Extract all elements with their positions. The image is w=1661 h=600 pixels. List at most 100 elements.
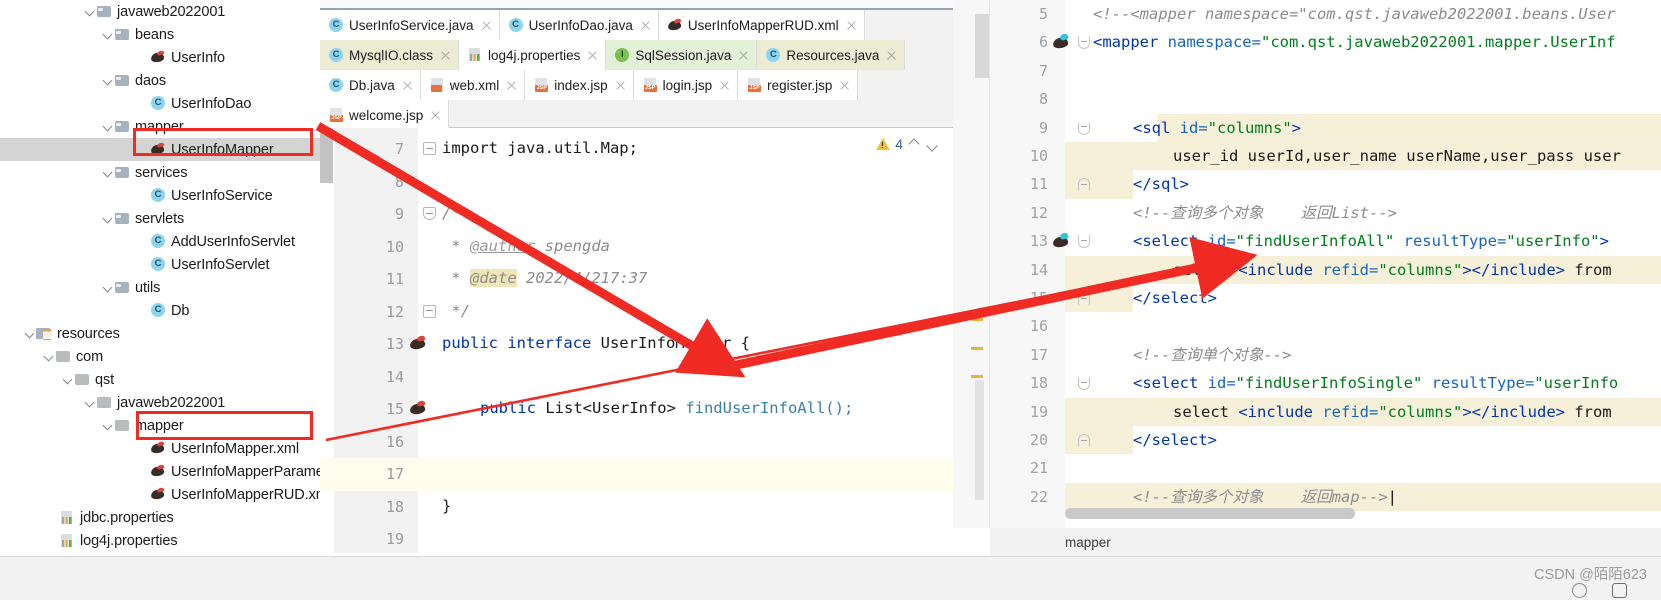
- editor-tab[interactable]: UserInfoService.java: [320, 10, 500, 40]
- chevron-down-icon[interactable]: [44, 351, 55, 362]
- editor-tab[interactable]: SqlSession.java: [606, 40, 758, 70]
- mybatis-gutter-icon[interactable]: [1053, 35, 1075, 49]
- chevron-down-icon[interactable]: [103, 282, 114, 293]
- tree-item[interactable]: AddUserInfoServlet: [0, 230, 320, 253]
- editor-tab[interactable]: web.xml: [420, 70, 526, 100]
- tree-item[interactable]: javaweb2022001: [0, 0, 320, 23]
- tree-item[interactable]: UserInfoMapperRUD.xml: [0, 483, 320, 506]
- chevron-down-icon[interactable]: [103, 420, 114, 431]
- code-line-javadoc-open: /**: [442, 204, 470, 222]
- tree-item[interactable]: com: [0, 345, 320, 368]
- close-icon[interactable]: [719, 80, 730, 91]
- close-icon[interactable]: [886, 50, 897, 61]
- editor-tab[interactable]: register.jsp: [738, 70, 859, 100]
- editor-tab[interactable]: MysqlIO.class: [320, 40, 460, 70]
- chevron-down-icon[interactable]: [103, 75, 114, 86]
- close-icon[interactable]: [481, 20, 492, 31]
- chevron-up-icon[interactable]: [908, 138, 921, 151]
- project-explorer-panel[interactable]: javaweb2022001 beans UserInfodaosUserInfoD…: [0, 0, 320, 600]
- code-fold-toggle[interactable]: [423, 304, 436, 318]
- code-line-select-single-open: <select id="findUserInfoSingle" resultTy…: [1133, 374, 1619, 393]
- chevron-down-icon[interactable]: [103, 167, 114, 178]
- tree-item[interactable]: UserInfo: [0, 46, 320, 69]
- tree-item[interactable]: utils: [0, 276, 320, 299]
- tree-item[interactable]: log4j.properties: [0, 529, 320, 552]
- close-icon[interactable]: [615, 80, 626, 91]
- editor-tab[interactable]: welcome.jsp: [320, 100, 450, 130]
- breadcrumb[interactable]: mapper: [990, 528, 1661, 556]
- code-fold-toggle[interactable]: [423, 142, 436, 155]
- tree-item[interactable]: qst: [0, 368, 320, 391]
- close-icon[interactable]: [506, 80, 517, 91]
- chevron-down-icon[interactable]: [103, 121, 114, 132]
- editor-tab[interactable]: UserInfoMapperRUD.xml: [658, 10, 865, 40]
- tree-item[interactable]: UserInfoDao: [0, 92, 320, 115]
- code-fold-toggle[interactable]: [1078, 235, 1090, 249]
- xml-scroll-thumb-secondary[interactable]: [975, 380, 984, 500]
- editor-tab[interactable]: index.jsp: [525, 70, 634, 100]
- code-fold-toggle[interactable]: [423, 207, 436, 220]
- close-icon[interactable]: [440, 50, 451, 61]
- java-code-editor[interactable]: 7 8 9 10 11 12 13 14 15 16 17 18 19 import java.util.…: [320, 128, 953, 553]
- xml-code-editor[interactable]: 5 6 7 8 9 10 11 12 13 14 15 16 17 18 19 20 21 22 <!--<mapp…: [953, 0, 1661, 600]
- close-icon[interactable]: [430, 110, 441, 121]
- line-number: 12: [1029, 203, 1048, 222]
- code-fold-toggle[interactable]: [1078, 292, 1090, 305]
- xml-editor-left-bar[interactable]: [953, 0, 990, 528]
- tree-item[interactable]: UserInfoServlet: [0, 253, 320, 276]
- code-fold-toggle[interactable]: [1078, 121, 1090, 135]
- tree-item-label: AddUserInfoServlet: [171, 233, 295, 250]
- code-fold-toggle[interactable]: [1078, 178, 1090, 192]
- close-icon[interactable]: [587, 50, 598, 61]
- java-warning-indicator[interactable]: 4: [876, 136, 939, 152]
- mybatis-gutter-icon[interactable]: [410, 401, 432, 415]
- chevron-down-icon[interactable]: [85, 397, 96, 408]
- chevron-down-icon[interactable]: [103, 213, 114, 224]
- tree-item[interactable]: services: [0, 161, 320, 184]
- close-icon[interactable]: [640, 20, 651, 31]
- folder-icon: [114, 27, 131, 42]
- code-fold-toggle[interactable]: [1078, 36, 1090, 50]
- editor-tab-row-clipped[interactable]: [320, 0, 953, 10]
- folder-icon: [114, 119, 131, 134]
- chevron-down-icon[interactable]: [25, 328, 36, 339]
- tree-item[interactable]: UserInfoMapper.xml: [0, 437, 320, 460]
- gear-icon[interactable]: [1612, 583, 1627, 598]
- tree-item[interactable]: Db: [0, 299, 320, 322]
- chevron-down-icon[interactable]: [926, 138, 939, 151]
- tree-item[interactable]: servlets: [0, 207, 320, 230]
- close-icon[interactable]: [846, 20, 857, 31]
- bottom-status-strip-left: [0, 556, 953, 600]
- xml-editor-horizontal-scrollbar[interactable]: [1065, 508, 1355, 519]
- tree-item-label: utils: [135, 279, 161, 296]
- close-icon[interactable]: [402, 80, 413, 91]
- editor-tab[interactable]: login.jsp: [633, 70, 739, 100]
- chevron-down-icon[interactable]: [63, 374, 74, 385]
- line-number: 14: [1029, 260, 1048, 279]
- tree-item[interactable]: daos: [0, 69, 320, 92]
- editor-tab[interactable]: log4j.properties: [459, 40, 607, 70]
- java-editor-vertical-scrollbar[interactable]: [320, 128, 333, 183]
- tree-item[interactable]: UserInfoMapperParamete: [0, 460, 320, 483]
- code-fold-toggle[interactable]: [1078, 434, 1090, 447]
- close-icon[interactable]: [839, 80, 850, 91]
- code-line-comment-single: <!--查询单个对象-->: [1133, 345, 1292, 364]
- code-fold-toggle[interactable]: [1078, 377, 1090, 391]
- chevron-down-icon[interactable]: [103, 29, 114, 40]
- tree-item[interactable]: UserInfoService: [0, 184, 320, 207]
- tree-item[interactable]: beans: [0, 23, 320, 46]
- editor-tab[interactable]: Resources.java: [757, 40, 906, 70]
- tree-item[interactable]: resources: [0, 322, 320, 345]
- clock-icon[interactable]: [1572, 583, 1587, 598]
- xml-scroll-thumb[interactable]: [975, 14, 989, 78]
- editor-tab-label: welcome.jsp: [349, 107, 424, 123]
- editor-tab-bar[interactable]: UserInfoService.java UserInfoDao.java User…: [320, 0, 953, 130]
- mybatis-gutter-icon[interactable]: [1053, 234, 1075, 248]
- editor-tab[interactable]: UserInfoDao.java: [499, 10, 659, 40]
- close-icon[interactable]: [738, 50, 749, 61]
- editor-tab[interactable]: Db.java: [320, 70, 421, 100]
- chevron-down-icon[interactable]: [85, 6, 96, 17]
- tree-item[interactable]: jdbc.properties: [0, 506, 320, 529]
- mybatis-gutter-icon[interactable]: [410, 336, 432, 350]
